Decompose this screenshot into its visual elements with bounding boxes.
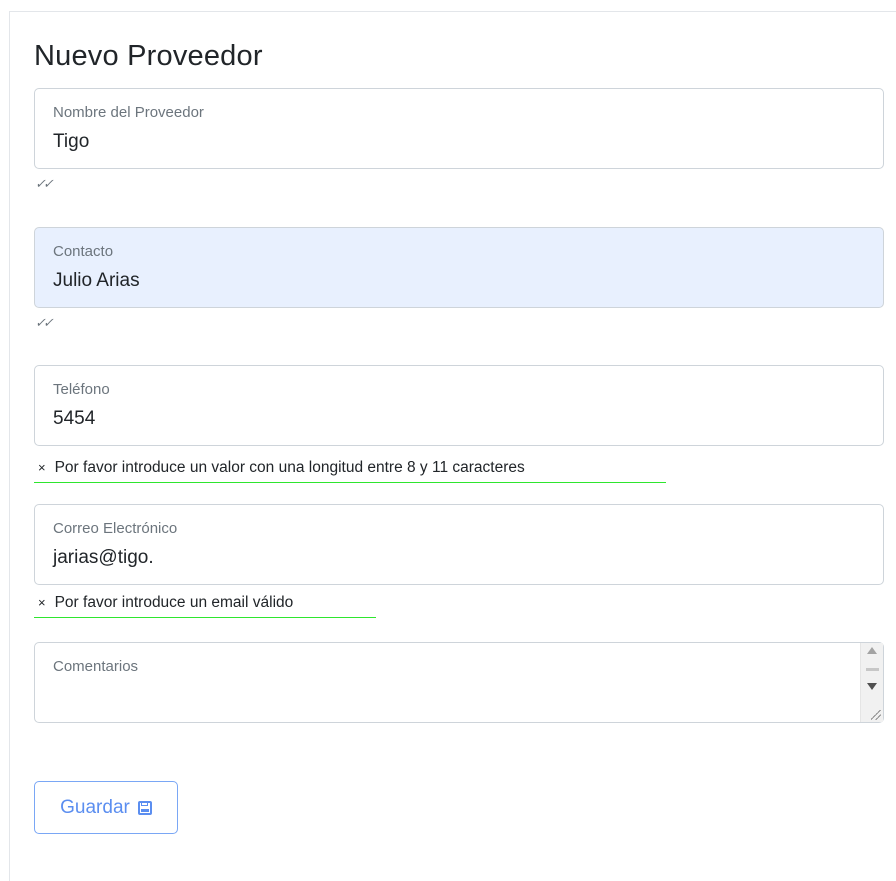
floppy-disk-icon <box>137 800 152 815</box>
email-value: jarias@tigo. <box>53 547 154 568</box>
resize-handle-icon[interactable] <box>871 710 881 720</box>
comments-scrollbar[interactable] <box>860 643 883 722</box>
supplier-name-field[interactable]: Nombre del Proveedor Tigo <box>34 88 884 169</box>
phone-value: 5454 <box>53 408 96 429</box>
scroll-up-icon[interactable] <box>867 647 877 654</box>
comments-textarea[interactable]: Comentarios <box>34 642 884 723</box>
phone-label: Teléfono <box>53 381 110 398</box>
phone-error-text: Por favor introduce un valor con una lon… <box>54 459 525 476</box>
scroll-down-icon[interactable] <box>867 683 877 690</box>
page-title: Nuevo Proveedor <box>34 40 263 72</box>
valid-check-icon: ✓✓ <box>35 315 54 330</box>
error-x-icon: × <box>38 595 46 610</box>
valid-check-icon: ✓✓ <box>35 176 54 191</box>
error-x-icon: × <box>38 460 46 475</box>
phone-field[interactable]: Teléfono 5454 <box>34 365 884 446</box>
contact-label: Contacto <box>53 243 114 260</box>
supplier-name-label: Nombre del Proveedor <box>53 104 204 121</box>
email-error-message: × Por favor introduce un email válido <box>34 592 376 618</box>
email-field[interactable]: Correo Electrónico jarias@tigo. <box>34 504 884 585</box>
supplier-name-value: Tigo <box>53 131 90 152</box>
save-button-label: Guardar <box>60 796 130 818</box>
email-error-text: Por favor introduce un email válido <box>54 594 294 611</box>
comments-label: Comentarios <box>53 658 139 675</box>
contact-value: Julio Arias <box>53 270 140 291</box>
phone-error-message: × Por favor introduce un valor con una lo… <box>34 457 666 483</box>
email-label: Correo Electrónico <box>53 520 178 537</box>
scroll-thumb[interactable] <box>866 668 879 671</box>
save-button[interactable]: Guardar <box>34 781 178 834</box>
contact-field[interactable]: Contacto Julio Arias <box>34 227 884 308</box>
